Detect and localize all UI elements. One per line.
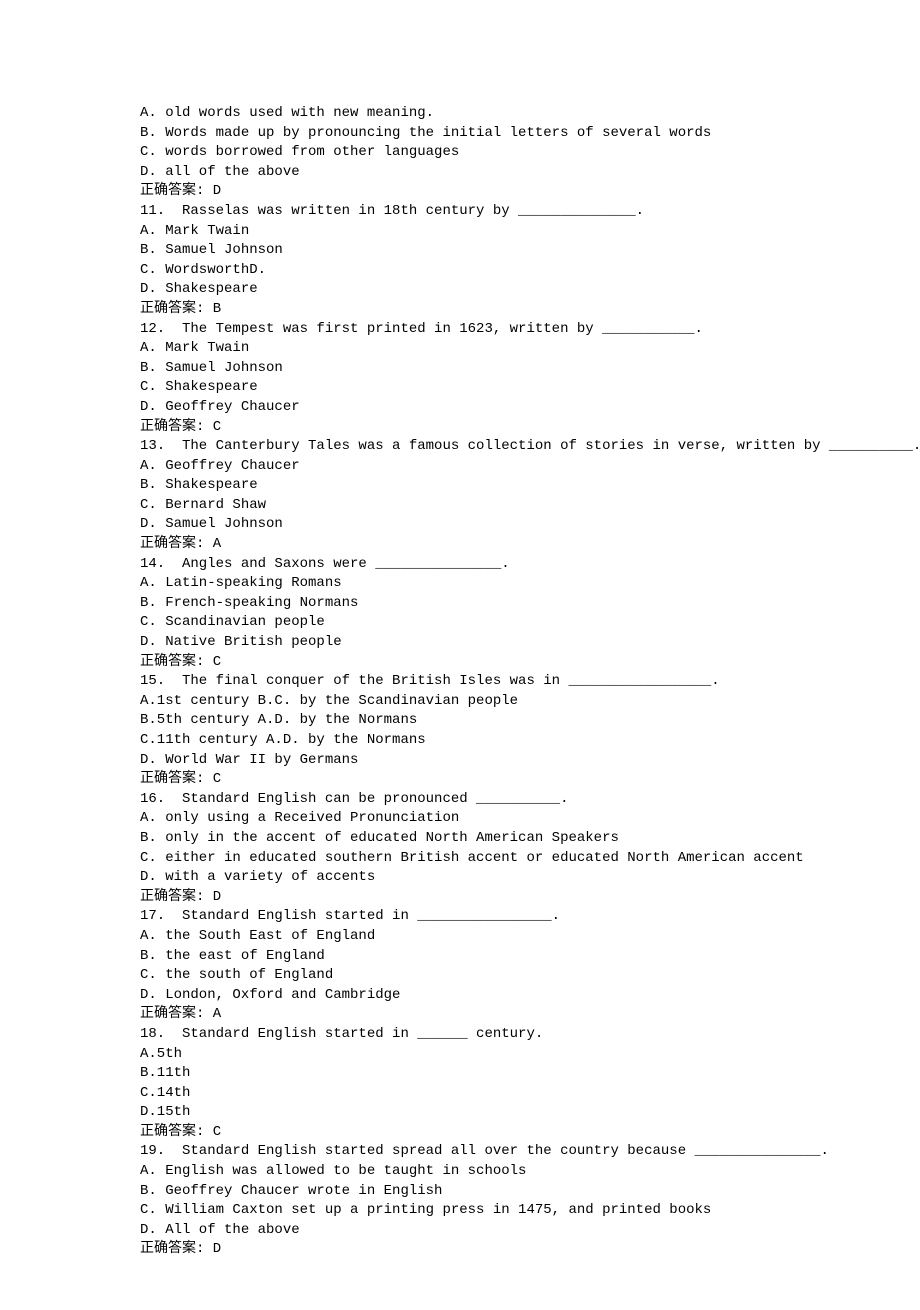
- answer-line: 正确答案: B: [140, 300, 780, 320]
- option-line: B. Samuel Johnson: [140, 359, 780, 379]
- option-line: C. WordsworthD.: [140, 261, 780, 281]
- answer-line: 正确答案: D: [140, 1240, 780, 1260]
- option-line: C.11th century A.D. by the Normans: [140, 731, 780, 751]
- option-line: A. English was allowed to be taught in s…: [140, 1162, 780, 1182]
- option-line: C.14th: [140, 1084, 780, 1104]
- option-line: D. Geoffrey Chaucer: [140, 398, 780, 418]
- option-line: D. all of the above: [140, 163, 780, 183]
- option-line: C. Bernard Shaw: [140, 496, 780, 516]
- option-line: A. Geoffrey Chaucer: [140, 457, 780, 477]
- option-line: A. Latin-speaking Romans: [140, 574, 780, 594]
- option-line: C. words borrowed from other languages: [140, 143, 780, 163]
- option-line: D. Shakespeare: [140, 280, 780, 300]
- answer-line: 正确答案: C: [140, 653, 780, 673]
- option-line: C. either in educated southern British a…: [140, 849, 780, 869]
- option-line: A. only using a Received Pronunciation: [140, 809, 780, 829]
- option-line: C. Scandinavian people: [140, 613, 780, 633]
- question-line: 19. Standard English started spread all …: [140, 1142, 780, 1162]
- option-line: B. Samuel Johnson: [140, 241, 780, 261]
- option-line: C. William Caxton set up a printing pres…: [140, 1201, 780, 1221]
- option-line: A.5th: [140, 1045, 780, 1065]
- question-line: 17. Standard English started in ________…: [140, 907, 780, 927]
- question-line: 11. Rasselas was written in 18th century…: [140, 202, 780, 222]
- option-line: D. with a variety of accents: [140, 868, 780, 888]
- option-line: B. Shakespeare: [140, 476, 780, 496]
- option-line: A.1st century B.C. by the Scandinavian p…: [140, 692, 780, 712]
- option-line: A. the South East of England: [140, 927, 780, 947]
- option-line: B. Geoffrey Chaucer wrote in English: [140, 1182, 780, 1202]
- option-line: D. Samuel Johnson: [140, 515, 780, 535]
- option-line: B. the east of England: [140, 947, 780, 967]
- answer-line: 正确答案: D: [140, 182, 780, 202]
- option-line: A. old words used with new meaning.: [140, 104, 780, 124]
- answer-line: 正确答案: A: [140, 535, 780, 555]
- question-line: 14. Angles and Saxons were _____________…: [140, 555, 780, 575]
- option-line: C. Shakespeare: [140, 378, 780, 398]
- question-line: 12. The Tempest was first printed in 162…: [140, 320, 780, 340]
- option-line: A. Mark Twain: [140, 222, 780, 242]
- option-line: B. Words made up by pronouncing the init…: [140, 124, 780, 144]
- answer-line: 正确答案: C: [140, 770, 780, 790]
- answer-line: 正确答案: C: [140, 418, 780, 438]
- option-line: B.5th century A.D. by the Normans: [140, 711, 780, 731]
- question-line: 16. Standard English can be pronounced _…: [140, 790, 780, 810]
- question-list: A. old words used with new meaning.B. Wo…: [140, 104, 780, 1260]
- option-line: B. French-speaking Normans: [140, 594, 780, 614]
- answer-line: 正确答案: D: [140, 888, 780, 908]
- option-line: D. All of the above: [140, 1221, 780, 1241]
- option-line: D.15th: [140, 1103, 780, 1123]
- option-line: B.11th: [140, 1064, 780, 1084]
- option-line: D. London, Oxford and Cambridge: [140, 986, 780, 1006]
- option-line: B. only in the accent of educated North …: [140, 829, 780, 849]
- document-page: A. old words used with new meaning.B. Wo…: [0, 0, 920, 1310]
- question-line: 15. The final conquer of the British Isl…: [140, 672, 780, 692]
- option-line: D. World War II by Germans: [140, 751, 780, 771]
- answer-line: 正确答案: C: [140, 1123, 780, 1143]
- answer-line: 正确答案: A: [140, 1005, 780, 1025]
- question-line: 18. Standard English started in ______ c…: [140, 1025, 780, 1045]
- option-line: A. Mark Twain: [140, 339, 780, 359]
- option-line: D. Native British people: [140, 633, 780, 653]
- option-line: C. the south of England: [140, 966, 780, 986]
- question-line: 13. The Canterbury Tales was a famous co…: [140, 437, 780, 457]
